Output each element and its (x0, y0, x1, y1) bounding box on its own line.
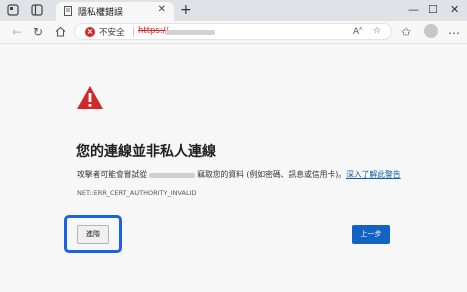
document-icon (64, 6, 72, 16)
url-scheme: https:// (138, 26, 169, 36)
toolbar-divider (0, 43, 467, 44)
page-title: 您的連線並非私人連線 (76, 144, 216, 160)
browser-window: 隱私權錯誤 ✕ + — ☐ ✕ ← ↻ × 不安全 https:// Aʌ ☆ … (0, 0, 467, 292)
favorites-icon[interactable]: ✩ (401, 26, 411, 38)
profile-icon[interactable] (7, 4, 19, 16)
security-warning-icon[interactable]: × (85, 27, 95, 37)
security-label[interactable]: 不安全 (99, 26, 125, 38)
minimize-button[interactable]: — (408, 3, 419, 17)
home-icon[interactable] (55, 26, 66, 37)
error-code: NET::ERR_CERT_AUTHORITY_INVALID (77, 189, 197, 197)
tab-strip: 隱私權錯誤 ✕ + — ☐ ✕ (0, 0, 467, 21)
back-icon[interactable]: ← (12, 26, 22, 38)
close-window-button[interactable]: ✕ (450, 3, 459, 17)
profile-avatar-icon[interactable] (424, 24, 438, 38)
more-icon[interactable]: … (448, 24, 460, 36)
warning-icon (77, 86, 103, 109)
host-redacted (149, 172, 196, 178)
new-tab-button[interactable]: + (180, 2, 192, 18)
active-tab[interactable]: 隱私權錯誤 ✕ (56, 2, 174, 21)
description-text-end: 竊取您的資料 (例如密碼、訊息或信用卡)。 (197, 170, 347, 179)
learn-more-link[interactable]: 深入了解此警告 (346, 170, 401, 179)
tab-close-icon[interactable]: ✕ (158, 4, 166, 15)
refresh-icon[interactable]: ↻ (33, 26, 43, 38)
error-description: 攻擊者可能會嘗試從 竊取您的資料 (例如密碼、訊息或信用卡)。深入了解此警告 (77, 169, 401, 180)
browser-toolbar: ← ↻ × 不安全 https:// Aʌ ☆ ✩ … (0, 21, 467, 43)
back-to-safety-button[interactable]: 上一步 (352, 225, 390, 244)
address-divider (133, 27, 134, 37)
advanced-button[interactable]: 進階 (77, 225, 109, 244)
maximize-button[interactable]: ☐ (428, 3, 438, 17)
address-bar[interactable]: × 不安全 https:// Aʌ ☆ (74, 23, 392, 40)
favorite-icon[interactable]: ☆ (373, 26, 381, 36)
tab-title: 隱私權錯誤 (78, 8, 124, 18)
description-text-start: 攻擊者可能會嘗試從 (77, 170, 148, 179)
read-aloud-icon[interactable]: Aʌ (353, 26, 362, 37)
url-text-redacted (165, 30, 215, 35)
tab-actions-icon[interactable] (31, 4, 43, 16)
